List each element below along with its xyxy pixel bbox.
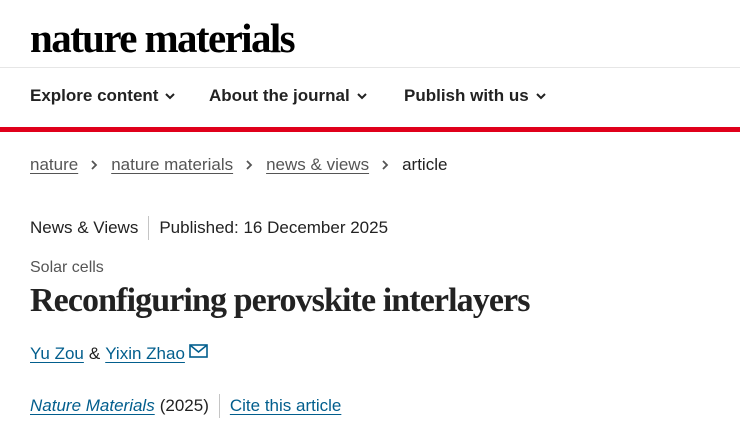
nav-publish-with-us[interactable]: Publish with us	[404, 86, 547, 106]
author-list: Yu Zou & Yixin Zhao	[30, 344, 208, 364]
meta-divider	[148, 216, 150, 240]
author-separator: &	[88, 344, 101, 363]
article-subject: Solar cells	[30, 259, 104, 276]
citation-line: Nature Materials (2025) Cite this articl…	[30, 394, 341, 418]
mail-icon[interactable]	[189, 344, 208, 358]
author-link-yu-zou[interactable]: Yu Zou	[30, 344, 84, 364]
nav-explore-content[interactable]: Explore content	[30, 86, 176, 106]
article-type: News & Views	[30, 218, 139, 237]
main-navigation: Explore content About the journal Publis…	[0, 68, 740, 132]
breadcrumb-nature-materials[interactable]: nature materials	[111, 155, 233, 175]
cite-this-article-link[interactable]: Cite this article	[230, 396, 341, 416]
nav-item-label: Publish with us	[404, 86, 529, 105]
published-date: Published: 16 December 2025	[159, 218, 389, 237]
citation-divider	[218, 394, 220, 418]
author-link-yixin-zhao[interactable]: Yixin Zhao	[105, 344, 185, 364]
chevron-right-icon	[246, 160, 253, 170]
article-meta: News & Views Published: 16 December 2025	[30, 216, 388, 240]
breadcrumb-current: article	[402, 155, 448, 174]
journal-name-link[interactable]: Nature Materials	[30, 396, 155, 416]
article-title: Reconfiguring perovskite interlayers	[30, 282, 530, 319]
nav-item-label: Explore content	[30, 86, 159, 105]
journal-logo[interactable]: nature materials	[30, 12, 296, 64]
chevron-down-icon	[165, 93, 176, 100]
nav-about-the-journal[interactable]: About the journal	[209, 86, 368, 106]
breadcrumb: nature nature materials news & views art…	[30, 155, 447, 175]
masthead: nature materials	[0, 0, 740, 68]
chevron-right-icon	[382, 160, 389, 170]
chevron-down-icon	[535, 93, 546, 100]
breadcrumb-news-and-views[interactable]: news & views	[266, 155, 369, 175]
chevron-right-icon	[91, 160, 98, 170]
nav-item-label: About the journal	[209, 86, 350, 105]
breadcrumb-nature[interactable]: nature	[30, 155, 78, 175]
chevron-down-icon	[357, 93, 367, 100]
publication-year: (2025)	[159, 396, 209, 415]
